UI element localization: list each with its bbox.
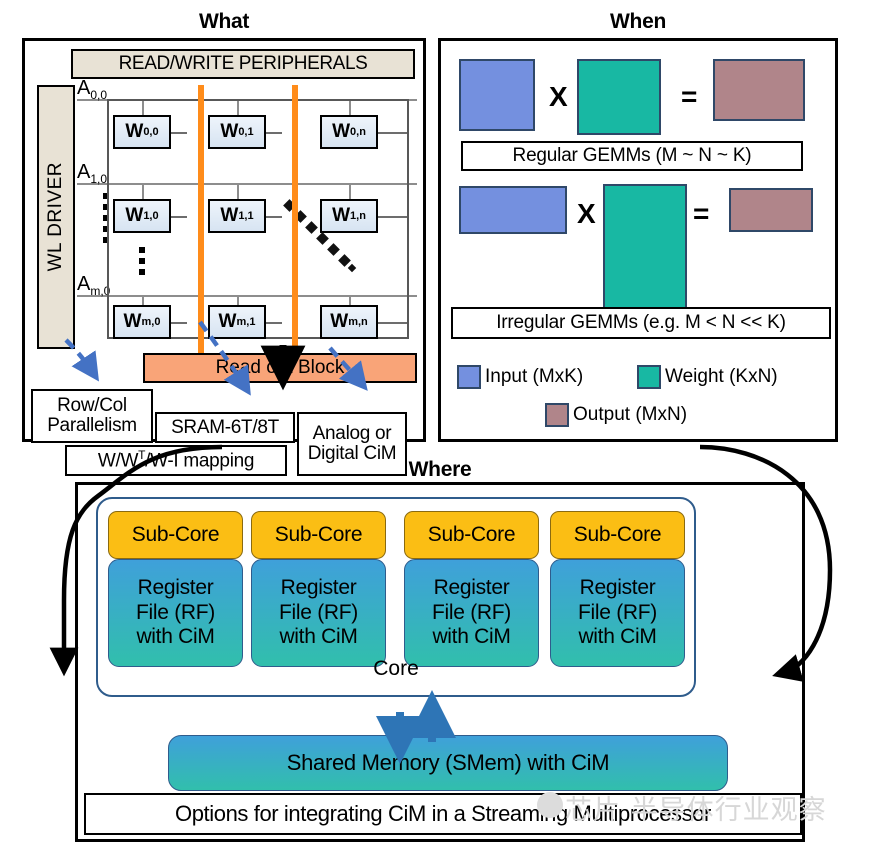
caption-regular-gemm: Regular GEMMs (M ~ N ~ K) <box>461 141 803 171</box>
weight-cell-1-1: W 1,1 <box>208 199 266 233</box>
read-write-peripherals-bar: READ/WRITE PERIPHERALS <box>71 49 415 79</box>
weight-cell-0-0: W 0,0 <box>113 115 171 149</box>
register-file-2-line3: with CiM <box>432 625 511 649</box>
bitline-left <box>198 85 204 355</box>
panel-when: X = Regular GEMMs (M ~ N ~ K) X = Irregu… <box>438 38 838 442</box>
register-file-2-line1: Register <box>433 575 510 599</box>
cell-drop-1-2 <box>349 185 351 199</box>
register-file-3-line3: with CiM <box>578 625 657 649</box>
register-file-1-line3: with CiM <box>279 625 358 649</box>
wl-driver-block: WL DRIVER <box>37 85 75 349</box>
readout-block: Read out Block <box>143 353 417 383</box>
cell-stub-1-0 <box>171 216 187 218</box>
matrix-output-irregular <box>729 188 813 232</box>
matrix-input-irregular <box>459 186 567 234</box>
bitline-right <box>292 85 298 355</box>
register-file-1-line2: File (RF) <box>279 600 358 624</box>
matrix-output-regular <box>713 59 805 121</box>
row-col-line1: Row/Col <box>57 395 127 417</box>
panel-where: Sub-Core Sub-Core Sub-Core Sub-Core Regi… <box>75 482 805 842</box>
multiply-operator-regular: X <box>549 81 568 112</box>
watermark-logo-icon <box>537 792 563 818</box>
wl-driver-label: WL DRIVER <box>45 162 66 272</box>
weight-cell-0-2: W 0,n <box>320 115 378 149</box>
core-label: Core <box>373 657 419 680</box>
cell-stub-1-1 <box>266 216 282 218</box>
register-file-0: Register File (RF) with CiM <box>108 559 243 667</box>
register-file-0-line1: Register <box>137 575 214 599</box>
panel-title-when: When <box>610 10 666 33</box>
legend-item-input: Input (MxK) <box>457 365 583 389</box>
register-file-3-line1: Register <box>579 575 656 599</box>
sram-label: SRAM-6T/8T <box>171 416 279 438</box>
cell-drop-0-2 <box>349 101 351 115</box>
options-caption-bar: Options for integrating CiM in a Streami… <box>84 793 802 835</box>
register-file-3-line2: File (RF) <box>578 600 657 624</box>
address-label-0: A0,0 <box>77 77 108 102</box>
address-label-m: Am,0 <box>77 273 111 298</box>
shared-memory-block: Shared Memory (SMem) with CiM <box>168 735 728 791</box>
row-col-line2: Parallelism <box>47 415 137 436</box>
cell-drop-0-1 <box>237 101 239 115</box>
cell-stub-m-2 <box>378 322 407 324</box>
cell-stub-m-1 <box>266 322 282 324</box>
equals-operator-irregular: = <box>693 198 710 229</box>
panel-title-where: Where <box>408 458 472 481</box>
legend-swatch-output <box>545 403 569 427</box>
panel-title-what: What <box>198 10 250 33</box>
readout-block-label: Read out Block <box>215 357 345 378</box>
diagram-root: What READ/WRITE PERIPHERALS WL DRIVER A0… <box>0 0 890 848</box>
cell-drop-1-0 <box>142 185 144 199</box>
cell-drop-0-0 <box>142 101 144 115</box>
analog-line1: Analog or <box>312 423 392 445</box>
legend-label-input: Input (MxK) <box>485 366 584 387</box>
cell-stub-0-0 <box>171 132 187 134</box>
column-ellipsis <box>139 247 145 275</box>
register-file-3: Register File (RF) with CiM <box>550 559 685 667</box>
register-file-1: Register File (RF) with CiM <box>251 559 386 667</box>
legend-swatch-input <box>457 365 481 389</box>
annotation-row-col-parallelism: Row/Col Parallelism <box>31 389 153 443</box>
options-caption-label: Options for integrating CiM in a Streami… <box>175 801 711 826</box>
sub-core-2: Sub-Core <box>404 511 539 559</box>
weight-cell-1-0: W 1,0 <box>113 199 171 233</box>
matrix-input-regular <box>459 59 535 131</box>
register-file-2: Register File (RF) with CiM <box>404 559 539 667</box>
cell-drop-1-1 <box>237 185 239 199</box>
equals-operator-regular: = <box>681 81 698 112</box>
annotation-sram: SRAM-6T/8T <box>155 412 295 443</box>
sub-core-0: Sub-Core <box>108 511 243 559</box>
cell-stub-1-2 <box>378 216 407 218</box>
matrix-weight-regular <box>577 59 661 135</box>
register-file-0-line2: File (RF) <box>136 600 215 624</box>
weight-cell-m-1: Wm,1 <box>208 305 266 339</box>
sub-core-3: Sub-Core <box>550 511 685 559</box>
sub-core-1: Sub-Core <box>251 511 386 559</box>
weight-cell-m-0: Wm,0 <box>113 305 171 339</box>
weight-cell-m-2: Wm,n <box>320 305 378 339</box>
register-file-0-line3: with CiM <box>136 625 215 649</box>
shared-memory-label: Shared Memory (SMem) with CiM <box>286 750 610 775</box>
caption-irregular-gemm-label: Irregular GEMMs (e.g. M < N << K) <box>496 312 786 333</box>
cell-stub-0-1 <box>266 132 282 134</box>
weight-cell-0-1: W 0,1 <box>208 115 266 149</box>
matrix-weight-irregular <box>603 184 687 310</box>
panel-what: READ/WRITE PERIPHERALS WL DRIVER A0,0 A1… <box>22 38 426 476</box>
caption-regular-gemm-label: Regular GEMMs (M ~ N ~ K) <box>512 145 752 166</box>
cell-stub-m-0 <box>171 322 187 324</box>
multiply-operator-irregular: X <box>577 198 596 229</box>
weight-cell-grid: W 0,0 W 0,1 W 0,n W 1,0 W 1,1 W 1,n W m,… <box>107 99 409 339</box>
legend-label-weight: Weight (KxN) <box>665 366 778 387</box>
legend-label-output: Output (MxN) <box>573 404 688 425</box>
legend-item-weight: Weight (KxN) <box>637 365 778 389</box>
read-write-peripherals-label: READ/WRITE PERIPHERALS <box>118 53 368 74</box>
register-file-1-line1: Register <box>280 575 357 599</box>
memory-array-area: A0,0 A1,0 Am,0 W 0,0 W 0,1 W 0,n W 1,0 W… <box>77 77 417 355</box>
legend-item-output: Output (MxN) <box>545 403 687 427</box>
address-label-1: A1,0 <box>77 161 108 186</box>
cell-stub-0-2 <box>378 132 407 134</box>
legend-swatch-weight <box>637 365 661 389</box>
register-file-2-line2: File (RF) <box>432 600 511 624</box>
caption-irregular-gemm: Irregular GEMMs (e.g. M < N << K) <box>451 307 831 339</box>
